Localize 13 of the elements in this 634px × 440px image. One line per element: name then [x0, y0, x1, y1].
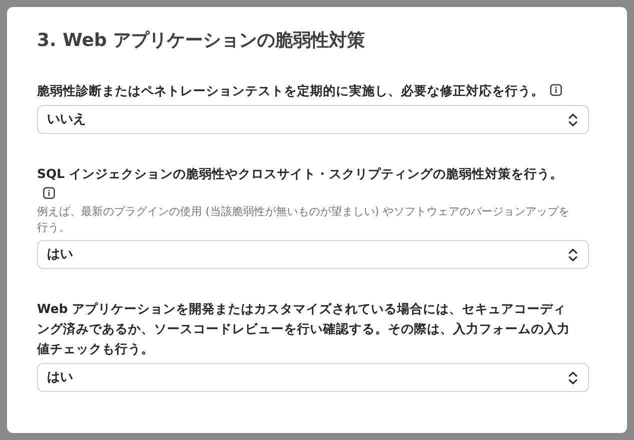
question-label: 脆弱性診断またはペネトレーションテストを定期的に実施し、必要な修正対応を行う。: [37, 83, 544, 98]
select-field[interactable]: いいえ: [37, 105, 589, 134]
section-heading: 3. Web アプリケーションの脆弱性対策: [37, 29, 366, 53]
chevron-updown-icon: [568, 248, 578, 262]
question-label: Web アプリケーションを開発またはカスタマイズされている場合には、セキュアコーディング済みであるか、ソースコードレビューを行い確認する。その際は、入力フォームの入力値チェックも行う。: [37, 301, 570, 356]
info-icon[interactable]: [550, 84, 562, 96]
chevron-updown-icon: [568, 112, 578, 126]
hint-text: 例えば、最新のプラグインの使用 (当該脆弱性が無いものが望ましい) やソフトウェアのバージョンアップを行う。: [37, 204, 571, 236]
question-label: SQL インジェクションの脆弱性やクロスサイト・スクリプティングの脆弱性対策を行う。: [37, 166, 563, 181]
select-field[interactable]: はい: [37, 363, 589, 392]
chevron-updown-icon: [568, 370, 578, 384]
info-icon[interactable]: [43, 187, 55, 199]
select-field[interactable]: はい: [37, 240, 589, 269]
